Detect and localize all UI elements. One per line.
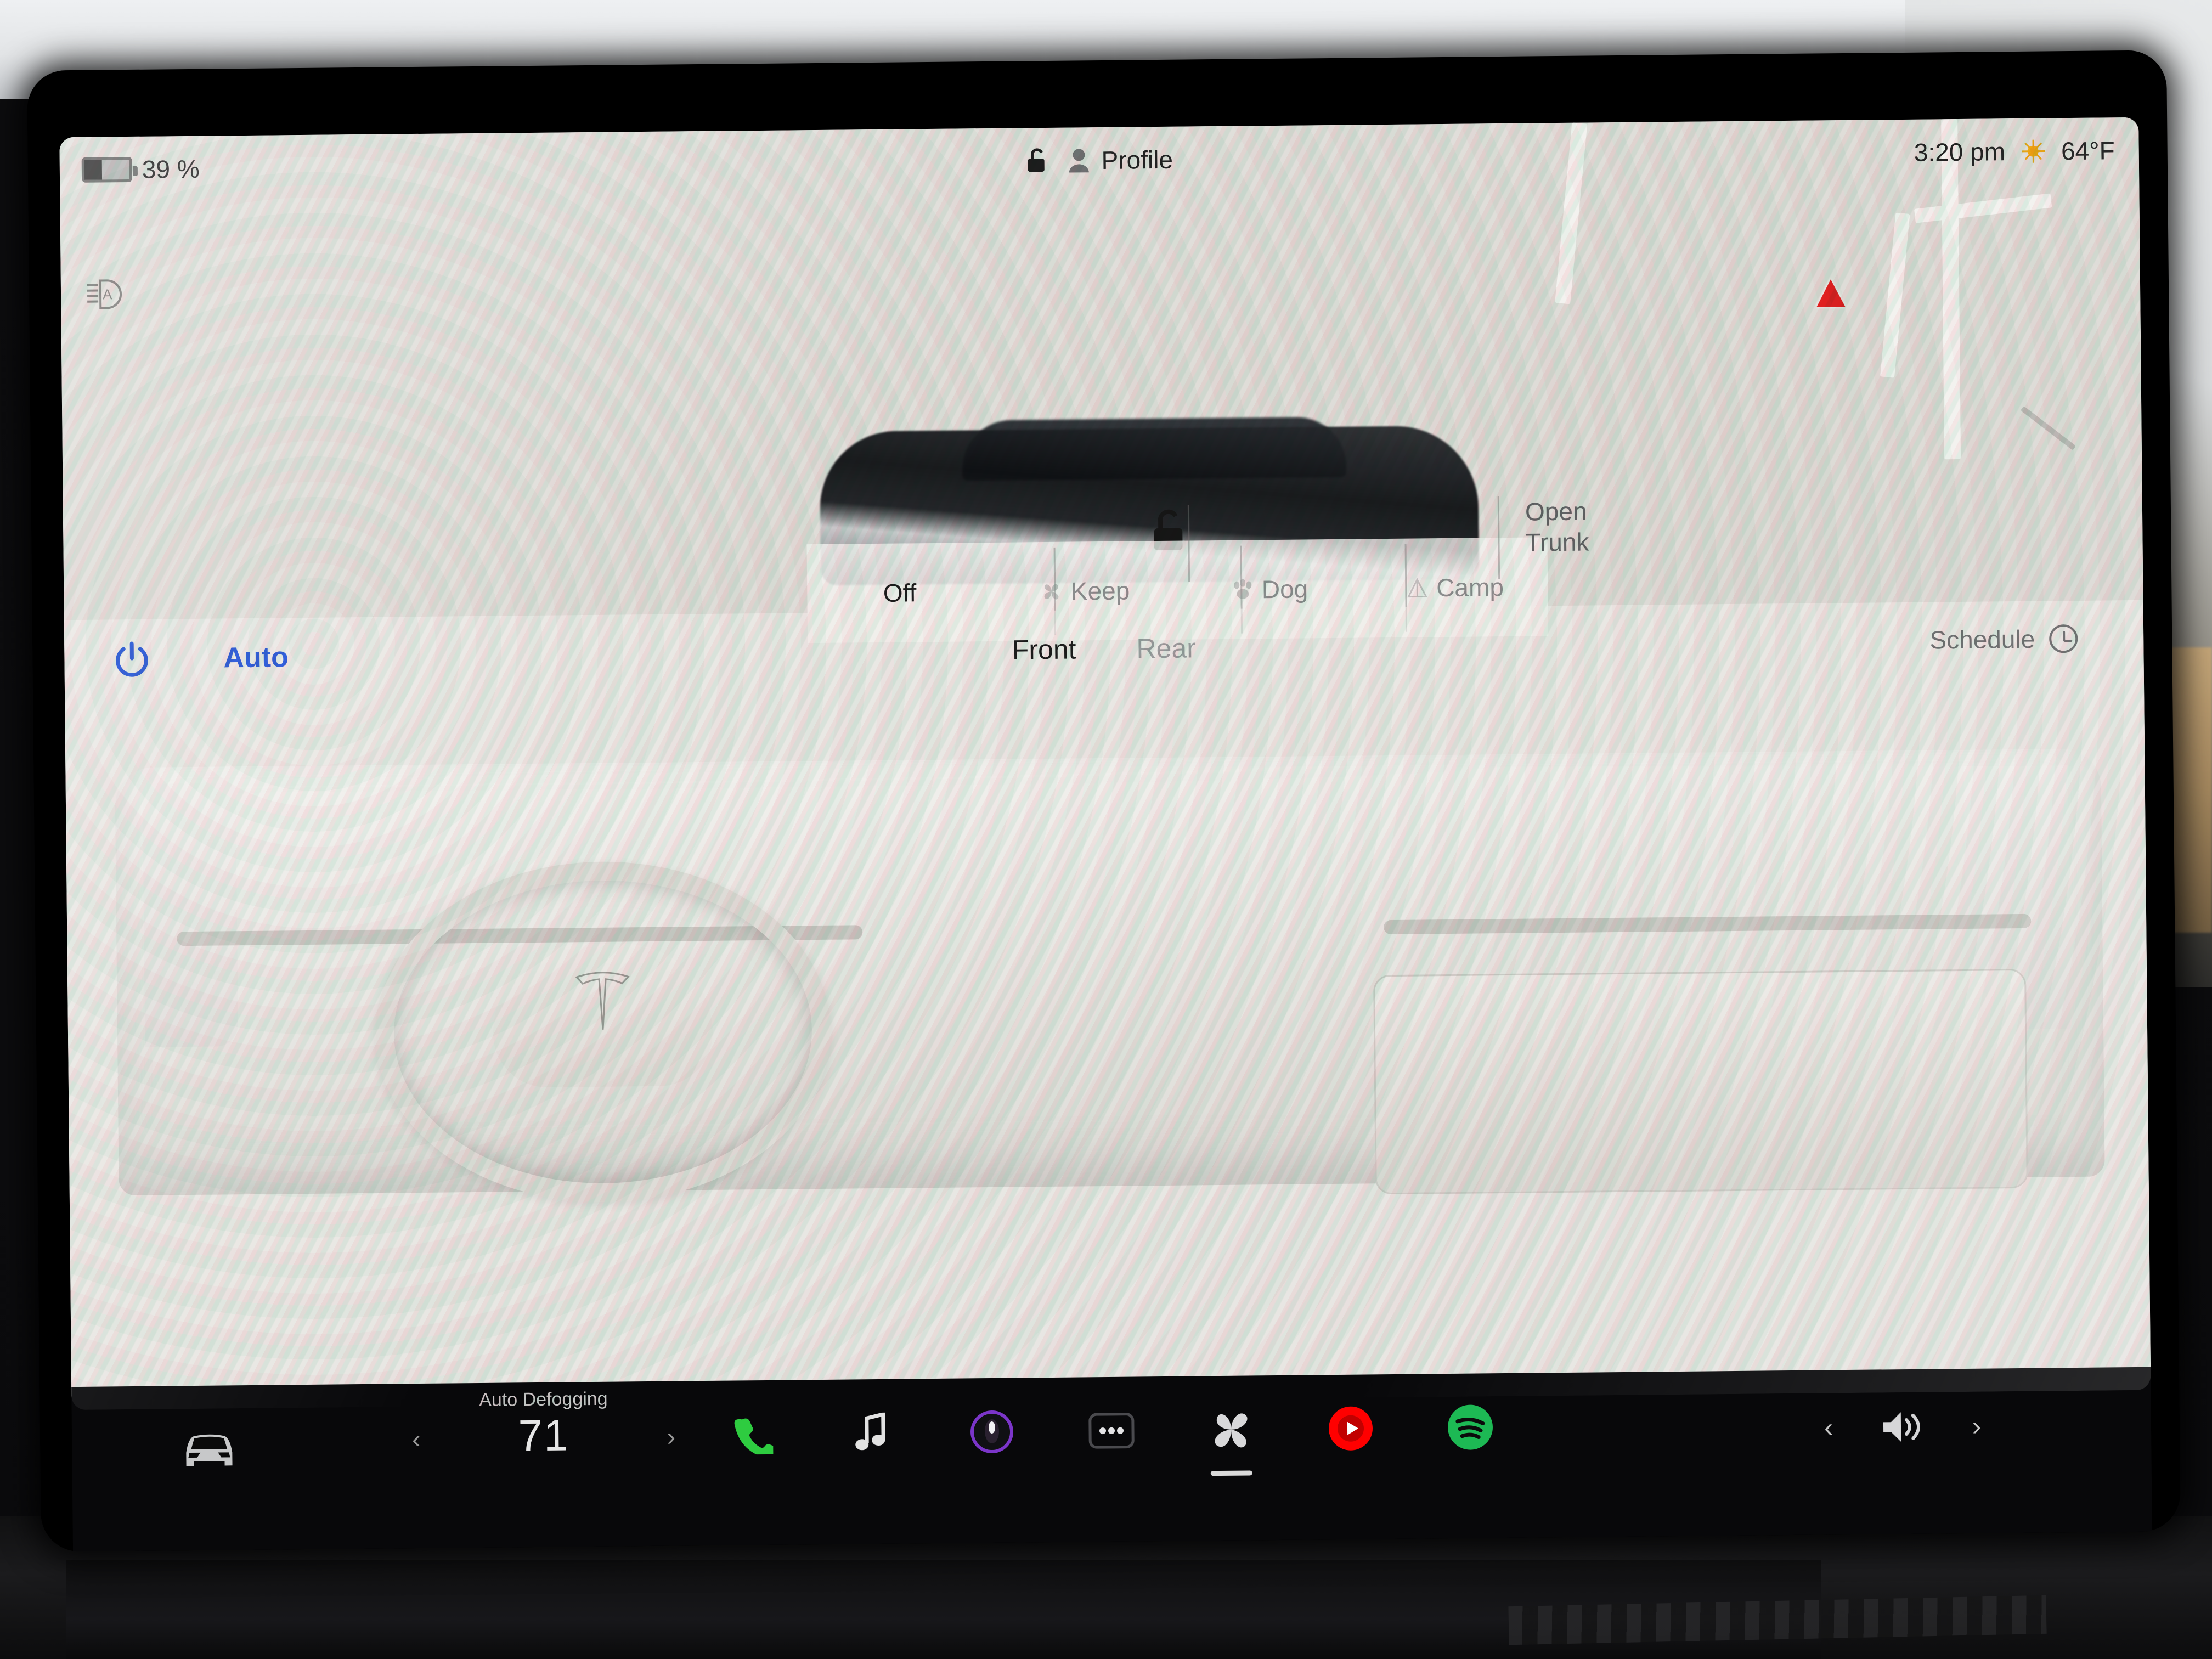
youtube-icon (1328, 1406, 1373, 1451)
volume-stepper[interactable]: ‹ › (1824, 1407, 1982, 1447)
tent-icon (1407, 578, 1427, 598)
spotify-icon (1447, 1404, 1493, 1450)
photo-of-tesla-touchscreen: 39 % Profile 3:20 pm 64°F A Off Keep Dog… (0, 0, 2212, 1659)
camera-app-button[interactable] (964, 1404, 1020, 1460)
center-touchscreen[interactable]: 39 % Profile 3:20 pm 64°F A Off Keep Dog… (59, 117, 2151, 1410)
more-apps-button[interactable] (1084, 1403, 1139, 1458)
mode-camp-button[interactable]: Camp (1363, 572, 1548, 603)
profile-button[interactable]: Profile (1067, 145, 1173, 176)
sun-icon (2022, 139, 2045, 163)
mode-keep-button[interactable]: Keep (992, 575, 1178, 607)
car-front-icon (186, 1434, 233, 1466)
volume-icon (1883, 1412, 1921, 1442)
camera-icon (970, 1410, 1014, 1454)
fan-icon (1215, 1413, 1248, 1448)
mode-dog-button[interactable]: Dog (1177, 573, 1363, 605)
fan-icon (1044, 584, 1058, 600)
battery-percent-label: 39 % (142, 154, 200, 184)
dashboard-illustration[interactable] (65, 682, 2149, 1278)
car-status-view (60, 183, 2143, 598)
auto-headlights-icon[interactable]: A (86, 278, 126, 313)
svg-text:A: A (103, 286, 112, 302)
clock-label[interactable]: 3:20 pm (1914, 137, 2006, 167)
media-app-button[interactable] (845, 1406, 900, 1461)
climate-power-button[interactable] (112, 640, 151, 679)
phone-app-button[interactable] (725, 1407, 781, 1462)
tesla-logo-icon (575, 972, 630, 1030)
tab-rear[interactable]: Rear (1136, 632, 1196, 664)
unlock-icon[interactable] (1025, 146, 1047, 175)
power-icon (115, 641, 148, 677)
phone-icon (734, 1418, 774, 1455)
vehicle-controls-button[interactable] (176, 1424, 242, 1476)
climate-app-button[interactable] (1204, 1402, 1259, 1457)
glovebox (1373, 968, 2028, 1195)
battery-indicator[interactable]: 39 % (81, 154, 200, 185)
schedule-label: Schedule (1929, 624, 2035, 654)
mode-off-label: Off (883, 578, 917, 607)
mode-off-button[interactable]: Off (807, 577, 992, 608)
open-trunk-line1: Open (1525, 496, 1587, 526)
temperature-decrease-button[interactable]: ‹ (412, 1424, 421, 1454)
open-trunk-button[interactable]: Open Trunk (1525, 495, 1663, 557)
center-touchscreen-bezel: 39 % Profile 3:20 pm 64°F A Off Keep Dog… (27, 50, 2181, 1552)
temperature-increase-button[interactable]: › (667, 1422, 676, 1452)
climate-panel: Auto Front Rear Schedule (64, 600, 2151, 1410)
spotify-app-button[interactable] (1443, 1400, 1498, 1455)
steering-wheel-illustration (374, 859, 832, 1204)
temperature-stepper[interactable]: Auto Defogging 71 ‹ › (412, 1388, 675, 1462)
status-right-group: 3:20 pm 64°F (1914, 136, 2115, 167)
dots-icon (1088, 1413, 1135, 1449)
dash-left-pillar (142, 783, 239, 1047)
outside-temperature-label[interactable]: 64°F (2061, 136, 2115, 166)
climate-zone-tabs: Front Rear (1012, 632, 1197, 665)
battery-icon (81, 156, 133, 183)
bottom-dock: Auto Defogging 71 ‹ › ‹ › (71, 1367, 2152, 1552)
auto-defogging-label: Auto Defogging (479, 1388, 608, 1410)
temperature-value: 71 (518, 1410, 569, 1460)
music-note-icon (855, 1412, 885, 1451)
youtube-app-button[interactable] (1323, 1401, 1379, 1456)
clock-icon (2049, 624, 2078, 653)
profile-label: Profile (1101, 145, 1173, 174)
open-trunk-line2: Trunk (1525, 527, 1589, 557)
schedule-button[interactable]: Schedule (1929, 624, 2078, 655)
mode-camp-label: Camp (1436, 572, 1504, 602)
app-launcher-row (725, 1400, 1498, 1462)
paw-icon (1233, 579, 1251, 599)
person-icon (1069, 149, 1089, 173)
tab-front[interactable]: Front (1012, 633, 1076, 665)
climate-auto-button[interactable]: Auto (223, 641, 289, 674)
volume-decrease-button[interactable]: ‹ (1824, 1413, 1833, 1443)
mode-dog-label: Dog (1261, 574, 1308, 604)
volume-increase-button[interactable]: › (1972, 1411, 1982, 1441)
mode-keep-label: Keep (1070, 576, 1130, 606)
status-center-group: Profile (1025, 145, 1173, 176)
